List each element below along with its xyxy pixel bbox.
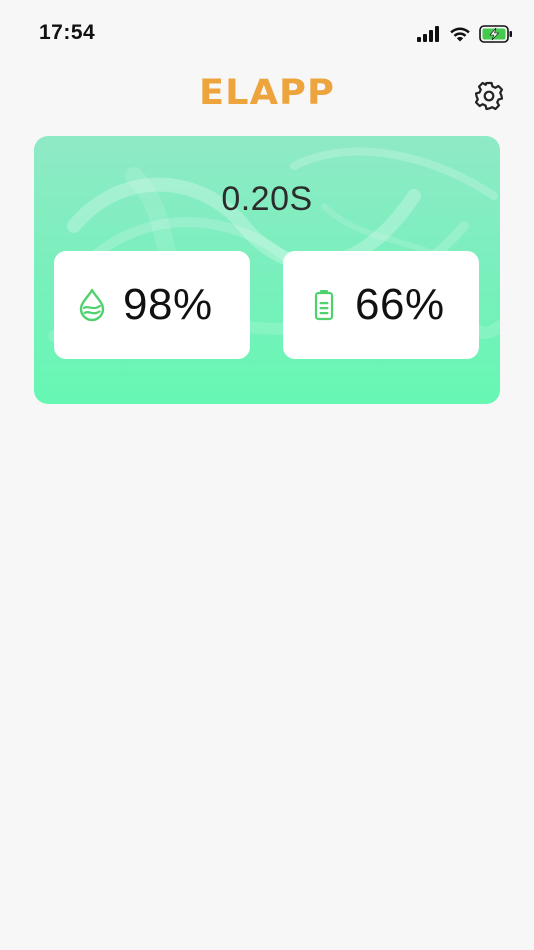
wifi-icon [449,26,471,42]
status-icons [417,24,513,44]
battery-level-tile: 66% [283,251,479,359]
signal-icon [417,26,441,42]
gear-icon [474,81,504,116]
liquid-level-value: 98% [123,280,213,329]
status-bar: 17:54 [0,0,534,66]
app-logo: ELAPP [198,73,336,113]
battery-charging-icon [479,25,513,43]
water-drop-icon [78,288,106,322]
device-status-card: 0.20S 98% 66% [34,136,500,404]
settings-button[interactable] [472,81,506,115]
status-time: 17:54 [39,21,96,44]
timer-value: 0.20S [221,180,313,218]
battery-icon [310,288,338,322]
liquid-level-tile: 98% [54,251,250,359]
battery-level-value: 66% [355,280,445,329]
app-header: ELAPP [0,66,534,130]
